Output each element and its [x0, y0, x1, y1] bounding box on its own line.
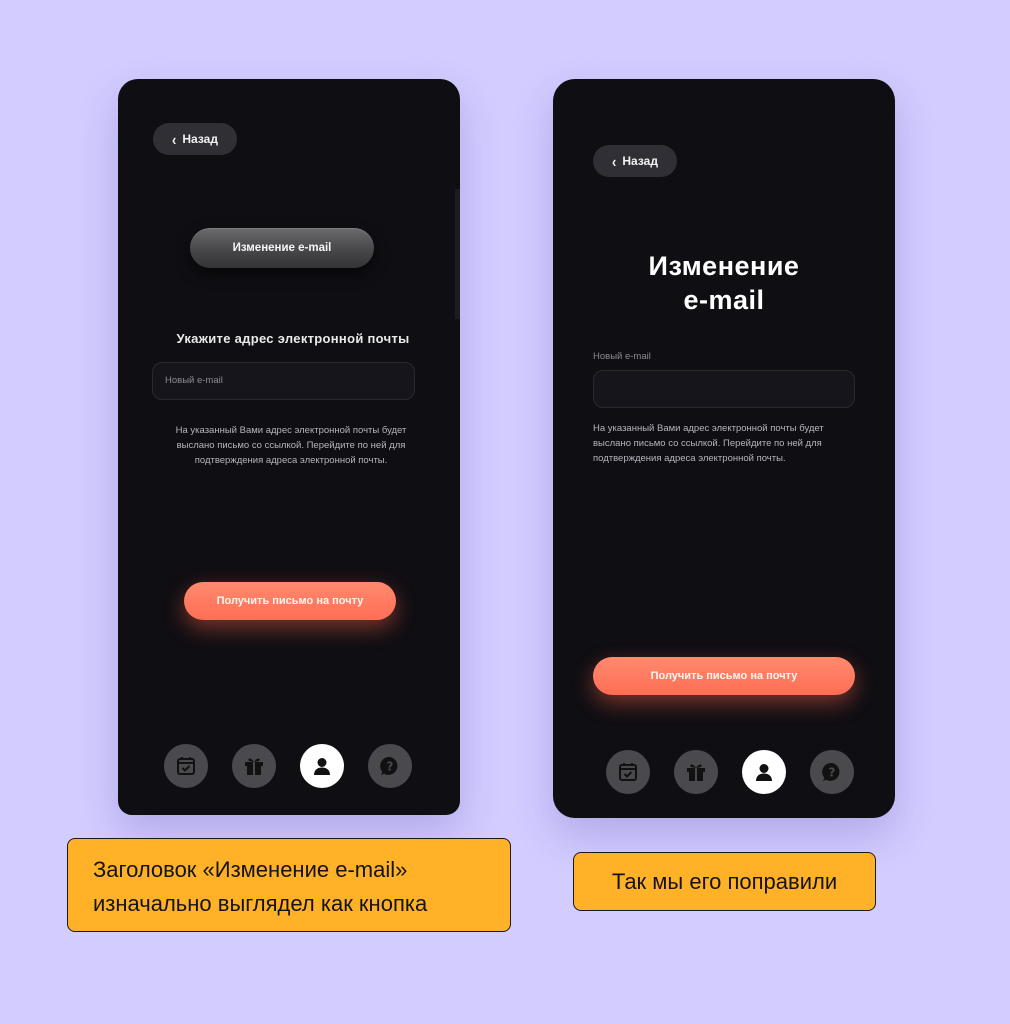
- send-email-button[interactable]: Получить письмо на почту: [184, 582, 396, 620]
- nav-profile-button[interactable]: [300, 744, 344, 788]
- page-title: Изменение e-mail: [553, 249, 895, 317]
- user-icon: [314, 758, 330, 775]
- send-email-button[interactable]: Получить письмо на почту: [593, 657, 855, 695]
- help-chat-icon: ?: [822, 762, 840, 781]
- nav-calendar-button[interactable]: [606, 750, 650, 794]
- email-input[interactable]: Новый e-mail: [152, 362, 415, 400]
- calendar-check-icon: [619, 763, 637, 781]
- caption-after: Так мы его поправили: [573, 852, 876, 911]
- gift-icon: [245, 758, 263, 775]
- nav-calendar-button[interactable]: [164, 744, 208, 788]
- svg-text:?: ?: [829, 766, 836, 780]
- svg-text:?: ?: [387, 760, 394, 774]
- page-title-line-2: e-mail: [683, 285, 765, 315]
- chevron-left-icon: ‹: [612, 152, 617, 170]
- help-text: На указанный Вами адрес электронной почт…: [175, 425, 407, 466]
- caption-before-line-1: Заголовок «Изменение e-mail»: [93, 857, 408, 882]
- back-button[interactable]: ‹ Назад: [153, 123, 237, 155]
- help-chat-icon: ?: [380, 756, 398, 775]
- phone-screen-before: ‹ Назад Изменение e-mail Укажите адрес э…: [118, 79, 460, 815]
- scrollbar[interactable]: [455, 189, 460, 319]
- calendar-check-icon: [177, 757, 195, 775]
- bottom-nav: ?: [164, 744, 412, 788]
- gift-icon: [687, 764, 705, 781]
- caption-before: Заголовок «Изменение e-mail» изначально …: [67, 838, 511, 932]
- page-title-line-1: Изменение: [648, 251, 800, 281]
- back-button-label: Назад: [182, 132, 218, 146]
- email-field-label: Новый e-mail: [593, 351, 651, 362]
- nav-help-button[interactable]: ?: [810, 750, 854, 794]
- back-button-label: Назад: [622, 154, 658, 168]
- email-input-placeholder: Новый e-mail: [165, 375, 223, 386]
- phone-screen-after: ‹ Назад Изменение e-mail Новый e-mail На…: [553, 79, 895, 818]
- nav-gift-button[interactable]: [232, 744, 276, 788]
- email-prompt: Укажите адрес электронной почты: [176, 331, 410, 346]
- caption-before-line-2: изначально выглядел как кнопка: [93, 891, 428, 916]
- user-icon: [756, 764, 772, 781]
- page-title-styled-as-button: Изменение e-mail: [190, 228, 374, 268]
- nav-gift-button[interactable]: [674, 750, 718, 794]
- email-input[interactable]: [593, 370, 855, 408]
- back-button[interactable]: ‹ Назад: [593, 145, 677, 177]
- help-text: На указанный Вами адрес электронной почт…: [593, 423, 824, 464]
- nav-profile-button[interactable]: [742, 750, 786, 794]
- bottom-nav: ?: [606, 750, 854, 794]
- nav-help-button[interactable]: ?: [368, 744, 412, 788]
- chevron-left-icon: ‹: [172, 130, 177, 148]
